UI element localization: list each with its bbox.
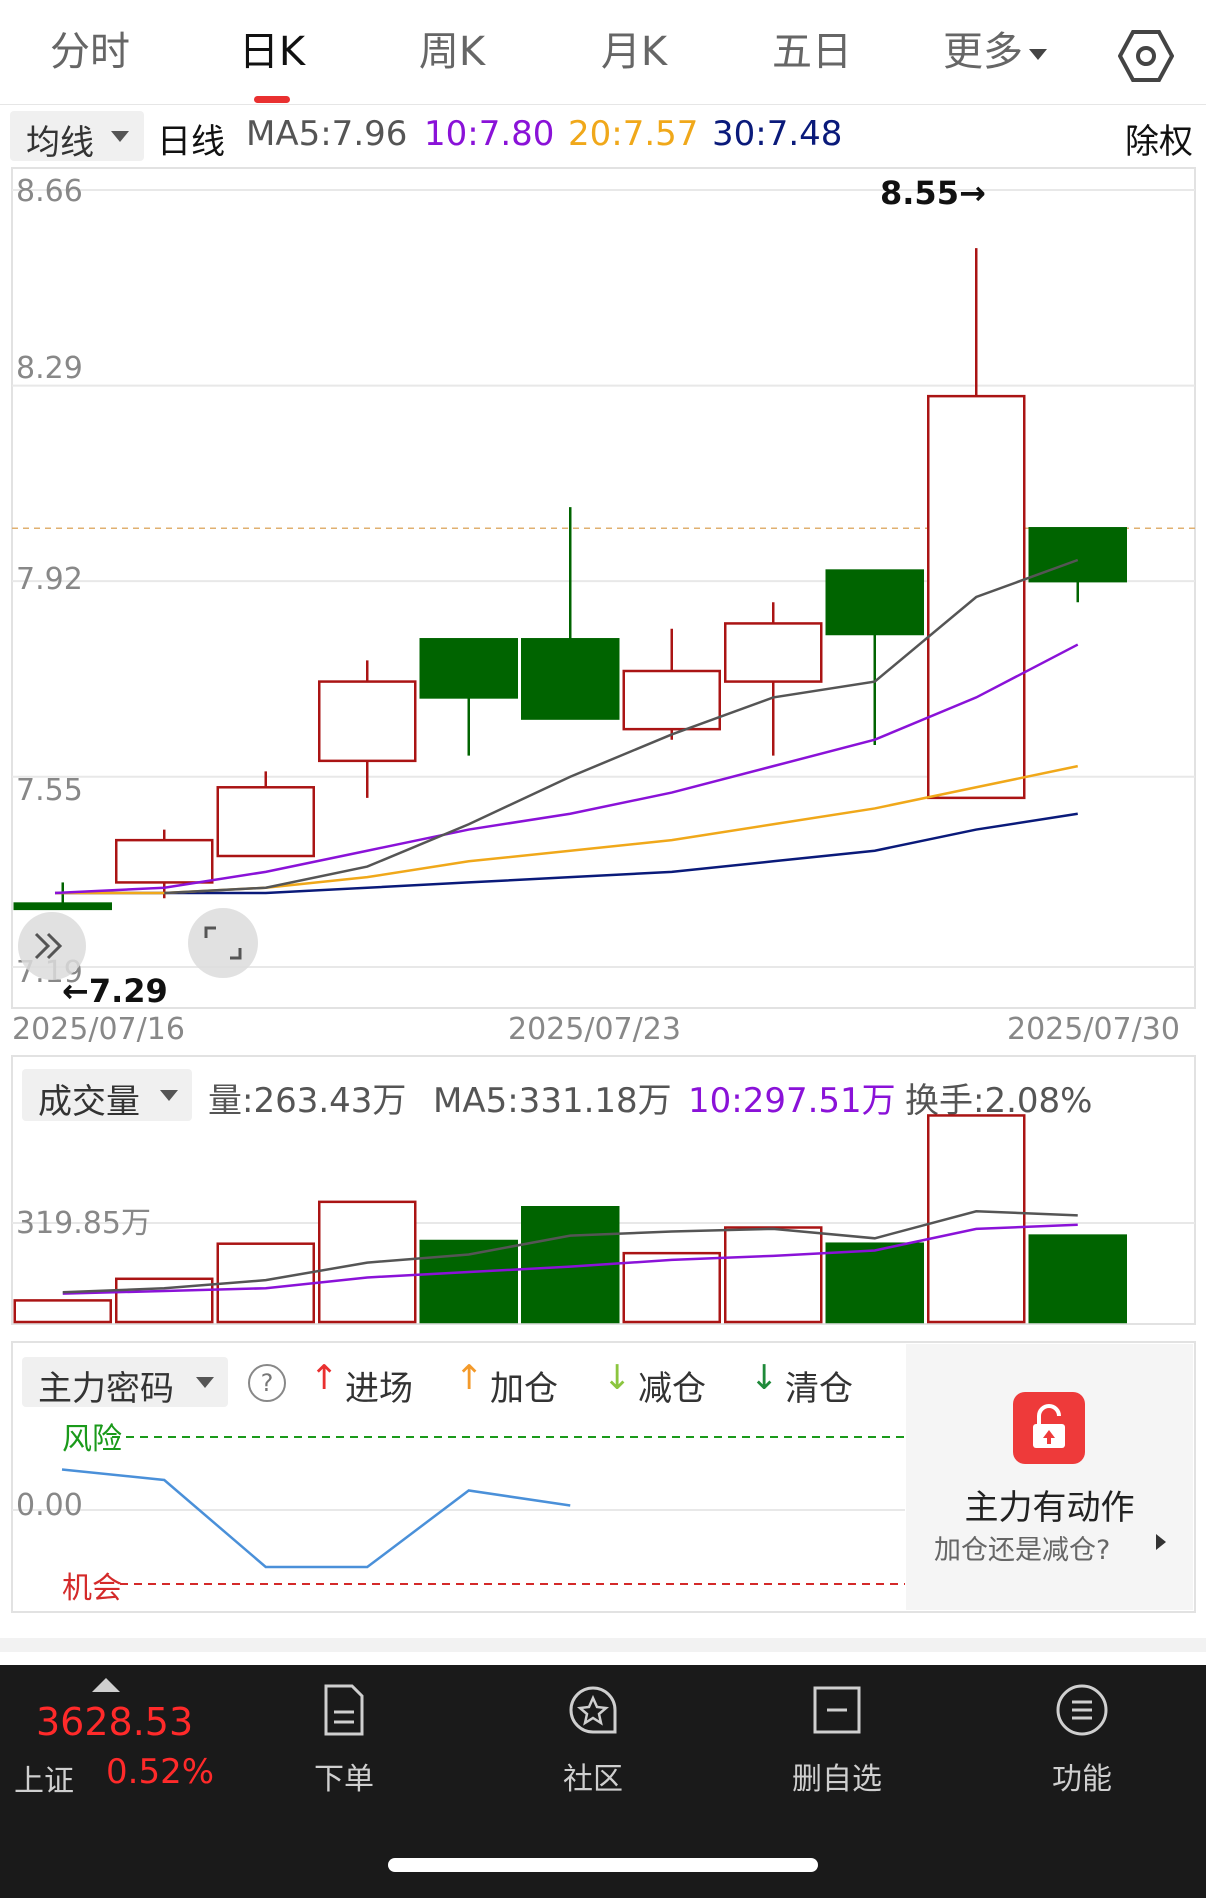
- index-change[interactable]: 0.52%: [106, 1752, 214, 1792]
- tab-five-day[interactable]: 五日: [752, 22, 872, 82]
- volume-chart: [11, 1055, 1196, 1325]
- promo-title: 主力有动作: [964, 1488, 1135, 1528]
- down-arrow-lightgreen-icon: ↓: [603, 1358, 632, 1398]
- lock-icon: [1013, 1392, 1085, 1464]
- price-tick-label: 8.29: [16, 351, 83, 386]
- candle-body: [622, 669, 721, 731]
- ma10-value: 10:7.80: [424, 114, 555, 154]
- volume-bar: [1028, 1234, 1127, 1324]
- chevron-right-icon: [1156, 1534, 1166, 1550]
- settings-hexagon-icon[interactable]: [1118, 28, 1174, 84]
- legend-enter: 进场: [345, 1369, 413, 1409]
- tab-intraday[interactable]: 分时: [30, 22, 150, 82]
- ex-rights-toggle[interactable]: 除权: [1125, 114, 1193, 163]
- section-divider: [0, 1638, 1206, 1652]
- main-force-promo-card[interactable]: 主力有动作 加仓还是减仓?: [906, 1344, 1193, 1610]
- candle-body: [724, 622, 823, 683]
- price-tick-label: 7.92: [16, 562, 83, 597]
- tab-more[interactable]: 更多: [925, 22, 1065, 82]
- double-chevron-right-icon: [34, 932, 63, 960]
- index-up-icon: [92, 1678, 120, 1692]
- date-start: 2025/07/16: [12, 1012, 185, 1047]
- volume-bar: [927, 1114, 1026, 1324]
- nav-functions-label: 功能: [1052, 1762, 1112, 1797]
- tab-more-label: 更多: [943, 29, 1023, 75]
- date-mid: 2025/07/23: [508, 1012, 681, 1047]
- candle-body: [216, 786, 315, 858]
- candlestick-chart[interactable]: [0, 166, 1206, 1014]
- main-force-dropdown[interactable]: 主力密码: [22, 1357, 228, 1409]
- legend-reduce: 减仓: [638, 1369, 706, 1409]
- index-name[interactable]: 上证: [14, 1756, 74, 1800]
- order-icon: [324, 1684, 364, 1736]
- active-tab-indicator: [254, 96, 290, 103]
- help-icon[interactable]: ?: [248, 1364, 286, 1402]
- indicator-dropdown[interactable]: 均线: [10, 111, 144, 163]
- candle-body: [13, 902, 112, 911]
- nav-remove-watchlist[interactable]: 删自选: [757, 1680, 917, 1798]
- up-arrow-red-icon: ↑: [310, 1358, 339, 1398]
- volume-bar: [825, 1242, 924, 1324]
- nav-remove-watchlist-label: 删自选: [792, 1762, 882, 1797]
- ma5-value: MA5:7.96: [246, 114, 408, 154]
- chevron-down-icon: [111, 131, 129, 142]
- volume-tick-label: 319.85万: [16, 1206, 151, 1241]
- volume-bar: [724, 1226, 823, 1324]
- chevron-down-icon: [1029, 48, 1047, 60]
- main-force-dropdown-label: 主力密码: [38, 1369, 174, 1409]
- tab-monthly-k[interactable]: 月K: [574, 22, 694, 82]
- expand-left-button[interactable]: [18, 912, 86, 980]
- promo-subtitle: 加仓还是减仓?: [934, 1535, 1111, 1566]
- main-force-line: [61, 1468, 571, 1569]
- price-tick-label: 8.66: [16, 174, 83, 209]
- fullscreen-button[interactable]: [188, 908, 258, 978]
- candle-body: [419, 638, 518, 699]
- nav-community[interactable]: 社区: [513, 1680, 673, 1798]
- ma20-value: 20:7.57: [568, 114, 699, 154]
- candle-body: [825, 569, 924, 636]
- candle-body: [521, 638, 620, 720]
- chevron-down-icon: [196, 1377, 214, 1388]
- period-tabbar: 分时 日K 周K 月K 五日 更多: [0, 0, 1206, 105]
- zero-tick-label: 0.00: [16, 1488, 83, 1523]
- ma30-value: 30:7.48: [712, 114, 843, 154]
- community-icon: [569, 1686, 617, 1734]
- nav-order-label: 下单: [314, 1762, 374, 1797]
- tab-daily-k[interactable]: 日K: [212, 22, 332, 82]
- high-price-marker: 8.55→: [880, 174, 986, 212]
- indicator-dropdown-label: 均线: [26, 123, 94, 163]
- down-arrow-green-icon: ↓: [750, 1358, 779, 1398]
- price-tick-label: 7.55: [16, 773, 83, 808]
- volume-bar: [13, 1299, 112, 1324]
- date-end: 2025/07/30: [1007, 1012, 1180, 1047]
- remove-watchlist-icon: [813, 1686, 861, 1734]
- nav-functions[interactable]: 功能: [1002, 1680, 1162, 1798]
- up-arrow-orange-icon: ↑: [455, 1358, 484, 1398]
- legend-add: 加仓: [490, 1369, 558, 1409]
- volume-bar: [622, 1251, 721, 1324]
- fullscreen-icon: [204, 926, 242, 960]
- legend-clear: 清仓: [785, 1369, 853, 1409]
- volume-bar: [419, 1239, 518, 1324]
- candle-body: [115, 838, 214, 884]
- period-label: 日线: [157, 122, 225, 162]
- nav-order[interactable]: 下单: [264, 1680, 424, 1798]
- menu-icon: [1056, 1684, 1108, 1736]
- risk-label: 风险: [62, 1422, 122, 1457]
- chance-label: 机会: [62, 1571, 122, 1606]
- nav-community-label: 社区: [563, 1762, 623, 1797]
- tab-weekly-k[interactable]: 周K: [392, 22, 512, 82]
- candle-body: [318, 680, 417, 763]
- home-indicator: [388, 1858, 818, 1872]
- index-value[interactable]: 3628.53: [36, 1700, 193, 1744]
